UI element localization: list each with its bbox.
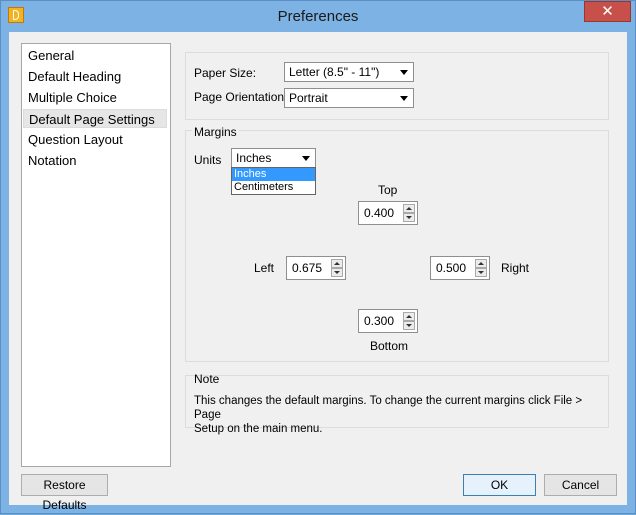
note-line-2: Setup on the main menu.	[194, 423, 323, 435]
margins-group: Margins Units Inches Inches Centimeters …	[185, 125, 609, 362]
units-select[interactable]: Inches	[231, 148, 316, 168]
spin-down-icon[interactable]	[475, 268, 487, 277]
top-margin-label: Top	[378, 183, 398, 197]
note-group-label: Note	[194, 372, 220, 386]
spin-down-icon[interactable]	[403, 321, 415, 330]
orientation-select[interactable]: Portrait	[284, 88, 414, 108]
paper-settings-group: Paper Size: Letter (8.5" - 11") Page Ori…	[185, 52, 609, 120]
chevron-down-icon	[302, 156, 310, 161]
left-margin-label: Left	[254, 261, 275, 275]
left-margin-value[interactable]: 0.675	[292, 261, 322, 275]
spin-up-icon[interactable]	[475, 259, 487, 268]
title-bar[interactable]: Preferences ✕	[1, 1, 635, 32]
units-dropdown-list[interactable]: Inches Centimeters	[231, 167, 316, 195]
cancel-button[interactable]: Cancel	[544, 474, 617, 496]
left-margin-spinner[interactable]: 0.675	[286, 256, 346, 280]
nav-item-notation[interactable]: Notation	[23, 151, 167, 170]
units-label: Units	[194, 153, 222, 167]
preferences-window: Preferences ✕ General Default Heading Mu…	[0, 0, 636, 514]
chevron-down-icon	[400, 96, 408, 101]
spin-down-icon[interactable]	[331, 268, 343, 277]
category-list[interactable]: General Default Heading Multiple Choice …	[21, 43, 171, 467]
close-icon: ✕	[601, 3, 614, 20]
orientation-value: Portrait	[289, 91, 328, 105]
spin-up-icon[interactable]	[331, 259, 343, 268]
nav-item-default-heading[interactable]: Default Heading	[23, 67, 167, 86]
nav-item-question-layout[interactable]: Question Layout	[23, 130, 167, 149]
dialog-body: General Default Heading Multiple Choice …	[9, 32, 627, 512]
units-value: Inches	[236, 151, 272, 165]
paper-size-label: Paper Size:	[194, 66, 257, 80]
units-option-centimeters[interactable]: Centimeters	[232, 181, 315, 194]
right-margin-value[interactable]: 0.500	[436, 261, 466, 275]
spin-up-icon[interactable]	[403, 312, 415, 321]
bottom-margin-spinner[interactable]: 0.300	[358, 309, 418, 333]
paper-size-select[interactable]: Letter (8.5" - 11")	[284, 62, 414, 82]
top-margin-spinner[interactable]: 0.400	[358, 201, 418, 225]
restore-defaults-button[interactable]: Restore Defaults	[21, 474, 108, 512]
bottom-margin-value[interactable]: 0.300	[364, 314, 394, 328]
top-margin-value[interactable]: 0.400	[364, 206, 394, 220]
nav-item-general[interactable]: General	[23, 46, 167, 65]
right-margin-label: Right	[501, 261, 530, 275]
bottom-margin-label: Bottom	[370, 339, 409, 353]
window-title: Preferences	[277, 8, 359, 25]
units-option-inches[interactable]: Inches	[232, 168, 315, 181]
nav-item-multiple-choice[interactable]: Multiple Choice	[23, 88, 167, 107]
chevron-down-icon	[400, 70, 408, 75]
note-group: Note This changes the default margins. T…	[185, 372, 609, 435]
note-text: This changes the default margins. To cha…	[194, 394, 599, 436]
spin-up-icon[interactable]	[403, 204, 415, 213]
margins-group-label: Margins	[192, 125, 239, 139]
note-line-1: This changes the default margins. To cha…	[194, 395, 583, 421]
right-margin-spinner[interactable]: 0.500	[430, 256, 490, 280]
ok-button[interactable]: OK	[463, 474, 536, 496]
nav-item-default-page-settings[interactable]: Default Page Settings	[23, 109, 167, 128]
paper-size-value: Letter (8.5" - 11")	[289, 65, 380, 79]
spin-down-icon[interactable]	[403, 213, 415, 222]
orientation-label: Page Orientation:	[194, 90, 288, 104]
close-button[interactable]: ✕	[584, 1, 631, 22]
